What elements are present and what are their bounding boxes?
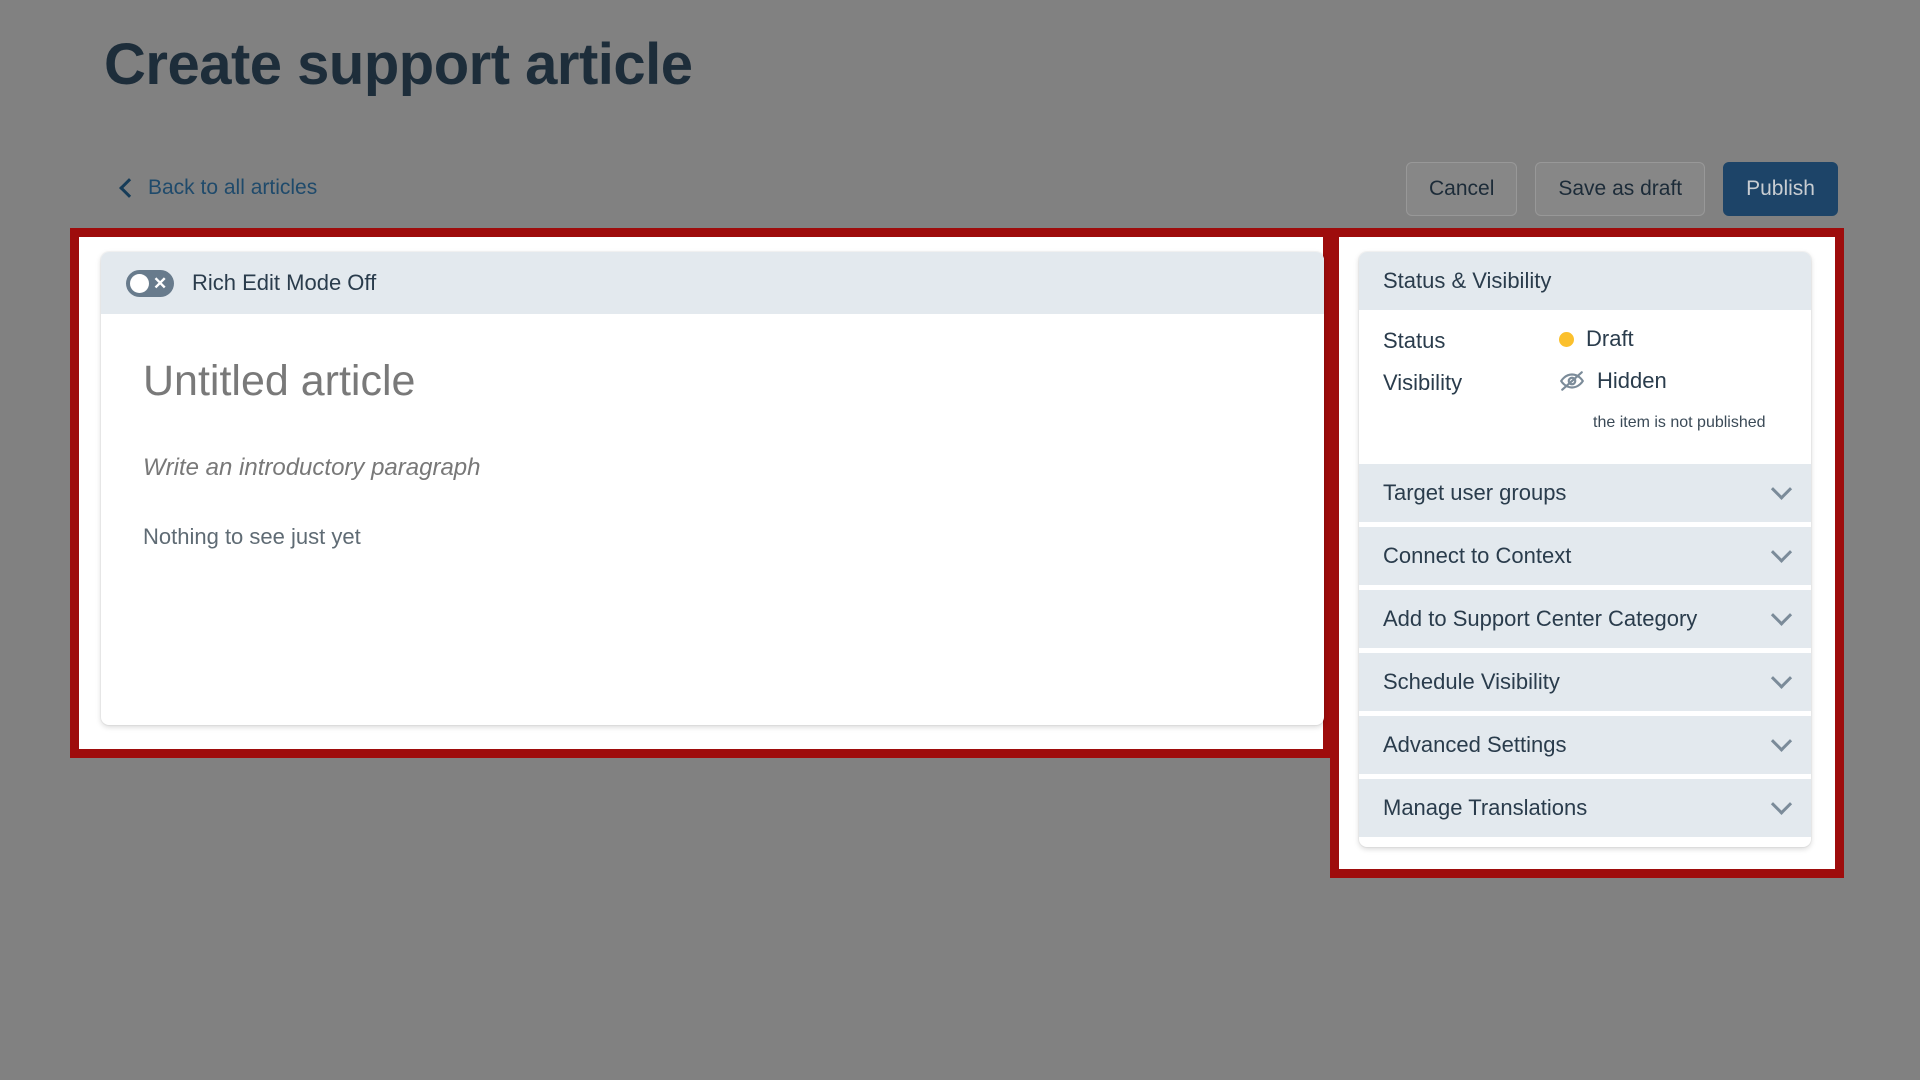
status-label: Status	[1383, 328, 1446, 353]
chevron-down-icon	[1770, 478, 1793, 500]
visibility-value-group[interactable]: Hidden	[1559, 368, 1667, 394]
close-x-icon: ✕	[153, 273, 168, 293]
accordion-label: Advanced Settings	[1383, 732, 1567, 757]
chevron-down-icon	[1770, 541, 1793, 563]
rich-edit-mode-toggle[interactable]: ✕	[126, 269, 174, 297]
status-dot-icon	[1559, 331, 1574, 347]
rich-edit-mode-label: Rich Edit Mode Off	[192, 270, 377, 295]
article-intro-input[interactable]: Write an introductory paragraph	[143, 454, 1282, 482]
accordion-label: Schedule Visibility	[1383, 669, 1560, 694]
accordion-connect-to-context[interactable]: Connect to Context	[1359, 527, 1811, 585]
article-body-input[interactable]: Nothing to see just yet	[143, 524, 1282, 550]
back-link-label: Back to all articles	[148, 176, 318, 199]
back-to-all-articles-link[interactable]: Back to all articles	[119, 176, 318, 200]
settings-sidebar-card: Status & Visibility Status Draft Visibil…	[1359, 252, 1811, 847]
toggle-knob-icon	[130, 273, 149, 293]
accordion-label: Connect to Context	[1383, 543, 1572, 568]
status-value: Draft	[1586, 326, 1634, 351]
accordion-advanced-settings[interactable]: Advanced Settings	[1359, 716, 1811, 774]
visibility-value: Hidden	[1597, 368, 1667, 393]
visibility-label: Visibility	[1383, 370, 1463, 395]
chevron-down-icon	[1770, 730, 1793, 752]
settings-accordion: Target user groups Connect to Context Ad…	[1359, 464, 1811, 837]
chevron-down-icon	[1770, 604, 1793, 626]
chevron-down-icon	[1770, 667, 1793, 689]
article-title-input[interactable]: Untitled article	[143, 356, 1282, 408]
publish-button[interactable]: Publish	[1723, 162, 1838, 216]
editor-body[interactable]: Untitled article Write an introductory p…	[101, 314, 1324, 550]
eye-slash-icon	[1560, 371, 1584, 391]
accordion-schedule-visibility[interactable]: Schedule Visibility	[1359, 653, 1811, 711]
save-as-draft-button[interactable]: Save as draft	[1535, 162, 1706, 216]
header-actions: Cancel Save as draft Publish	[1406, 162, 1838, 216]
accordion-label: Manage Translations	[1383, 795, 1588, 820]
editor-toolbar: ✕ Rich Edit Mode Off	[101, 252, 1324, 314]
visibility-row: Visibility Hidden the item is not publis…	[1383, 368, 1787, 432]
accordion-target-user-groups[interactable]: Target user groups	[1359, 464, 1811, 522]
accordion-label: Add to Support Center Category	[1383, 606, 1698, 631]
status-visibility-header: Status & Visibility	[1359, 252, 1811, 310]
page-title: Create support article	[104, 32, 693, 97]
cancel-button[interactable]: Cancel	[1406, 162, 1518, 216]
accordion-manage-translations[interactable]: Manage Translations	[1359, 779, 1811, 837]
chevron-down-icon	[1770, 793, 1793, 815]
article-editor-card: ✕ Rich Edit Mode Off Untitled article Wr…	[101, 252, 1324, 725]
accordion-label: Target user groups	[1383, 480, 1567, 505]
accordion-add-to-support-center-category[interactable]: Add to Support Center Category	[1359, 590, 1811, 648]
status-visibility-body: Status Draft Visibility Hidden the item …	[1359, 310, 1811, 454]
status-value-group[interactable]: Draft	[1559, 326, 1634, 352]
status-row: Status Draft	[1383, 326, 1787, 354]
chevron-left-icon	[119, 177, 139, 198]
visibility-note: the item is not published	[1593, 414, 1766, 431]
